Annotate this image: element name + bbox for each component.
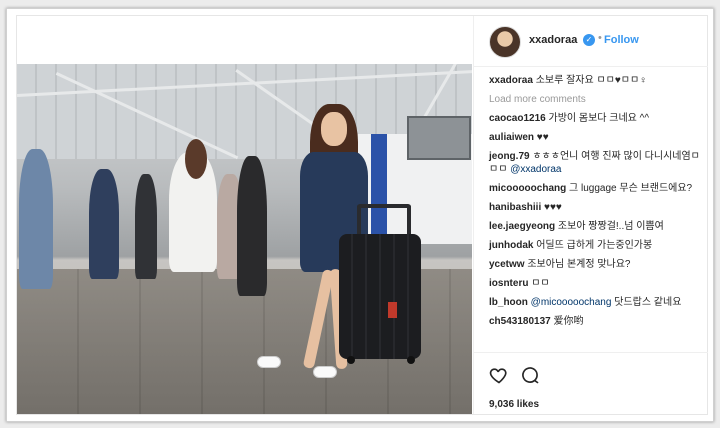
comment-text: 爱你哟 xyxy=(553,316,584,327)
comment-username[interactable]: ch543180137 xyxy=(489,316,551,327)
follow-button[interactable]: Follow xyxy=(604,34,639,46)
comment-row: hanibashiii ♥♥♥ xyxy=(489,201,701,214)
comment-username[interactable]: iosnteru xyxy=(489,278,528,289)
comment-username[interactable]: ycetww xyxy=(489,259,525,270)
likes-count[interactable]: 9,036 likes xyxy=(489,399,539,410)
comment-text: 조보아 짱짱걸!..넘 이쁨여 xyxy=(557,221,664,232)
photo-suitcase-wheel xyxy=(347,356,355,364)
comment-username[interactable]: jeong.79 xyxy=(489,151,530,162)
comment-username[interactable]: lb_hoon xyxy=(489,297,528,308)
comment-row: caocao1216 가방이 몸보다 크네요 ^^ xyxy=(489,112,701,125)
photo-person xyxy=(237,156,267,296)
comment-username[interactable]: caocao1216 xyxy=(489,113,546,124)
comment-row: micooooochang 그 luggage 무슨 브랜드에요? xyxy=(489,182,701,195)
verified-badge-icon: ✓ xyxy=(583,34,595,46)
photo-subject-face xyxy=(321,112,347,146)
screenshot-frame: xxadoraa ✓ • Follow xxadoraa 소보루 잘자요 ㅁㅁ♥… xyxy=(6,8,714,422)
photo-person xyxy=(19,149,53,289)
comment-icon[interactable] xyxy=(520,365,540,385)
comment-row: ch543180137 爱你哟 xyxy=(489,315,701,328)
comment-row: jeong.79 ㅎㅎㅎ언니 여행 진짜 많이 다니시네염ㅁㅁㅁ @xxador… xyxy=(489,150,701,176)
comment-text: ♥♥ xyxy=(536,132,549,143)
photo-subject-shoe xyxy=(257,356,281,368)
comment-username[interactable]: hanibashiii xyxy=(489,202,541,213)
photo-suitcase-wheel xyxy=(407,356,415,364)
post-actions: 9,036 likes xyxy=(474,352,708,415)
photo-luggage-tag xyxy=(388,302,397,318)
heart-icon[interactable] xyxy=(489,365,509,385)
comment-username[interactable]: lee.jaegyeong xyxy=(489,221,555,232)
comment-mention[interactable]: @micooooochang xyxy=(531,297,612,308)
load-more-comments-link[interactable]: Load more comments xyxy=(489,93,701,106)
comment-row: auliaiwen ♥♥ xyxy=(489,131,701,144)
comment-text: 가방이 몸보다 크네요 ^^ xyxy=(548,113,650,124)
comment-row: lee.jaegyeong 조보아 짱짱걸!..넘 이쁨여 xyxy=(489,220,701,233)
caption: xxadoraa 소보루 잘자요 ㅁㅁ♥ㅁㅁ♀ xyxy=(489,74,701,87)
comments-list: xxadoraa 소보루 잘자요 ㅁㅁ♥ㅁㅁ♀ Load more commen… xyxy=(489,74,701,334)
comment-username[interactable]: junhodak xyxy=(489,240,533,251)
comment-row: ycetww 조보아님 본계정 맞나요? xyxy=(489,258,701,271)
comment-mention[interactable]: @xxadoraa xyxy=(510,164,561,175)
post-photo[interactable] xyxy=(17,64,472,414)
comment-username[interactable]: micooooochang xyxy=(489,183,566,194)
post-header: xxadoraa ✓ • Follow xyxy=(474,16,708,67)
photo-subject-shoe xyxy=(313,366,337,378)
photo-display-screen xyxy=(407,116,471,160)
comment-row: lb_hoon @micooooochang 닷드랍스 같네요 xyxy=(489,296,701,309)
comment-text: 닷드랍스 같네요 xyxy=(611,297,682,308)
post-sidebar: xxadoraa ✓ • Follow xxadoraa 소보루 잘자요 ㅁㅁ♥… xyxy=(473,16,708,414)
instagram-post: xxadoraa ✓ • Follow xxadoraa 소보루 잘자요 ㅁㅁ♥… xyxy=(16,15,708,415)
comment-row: junhodak 어딜뜨 급하게 가는중인가봉 xyxy=(489,239,701,252)
photo-area xyxy=(17,16,472,414)
photo-person xyxy=(89,169,119,279)
comment-text: 그 luggage 무슨 브랜드에요? xyxy=(569,183,693,194)
comment-username[interactable]: auliaiwen xyxy=(489,132,534,143)
post-username[interactable]: xxadoraa xyxy=(529,34,577,46)
comment-text: ♥♥♥ xyxy=(544,202,562,213)
header-separator: • xyxy=(598,32,602,44)
comment-text: ㅁㅁ xyxy=(531,278,550,289)
photo-person-head xyxy=(185,139,207,179)
comment-row: iosnteru ㅁㅁ xyxy=(489,277,701,290)
caption-text: 소보루 잘자요 ㅁㅁ♥ㅁㅁ♀ xyxy=(535,75,647,86)
photo-suitcase xyxy=(339,234,421,359)
photo-person xyxy=(135,174,157,279)
caption-username[interactable]: xxadoraa xyxy=(489,75,533,86)
comment-text: 조보아님 본계정 맞나요? xyxy=(527,259,631,270)
avatar[interactable] xyxy=(489,26,521,58)
comment-text: 어딜뜨 급하게 가는중인가봉 xyxy=(536,240,653,251)
